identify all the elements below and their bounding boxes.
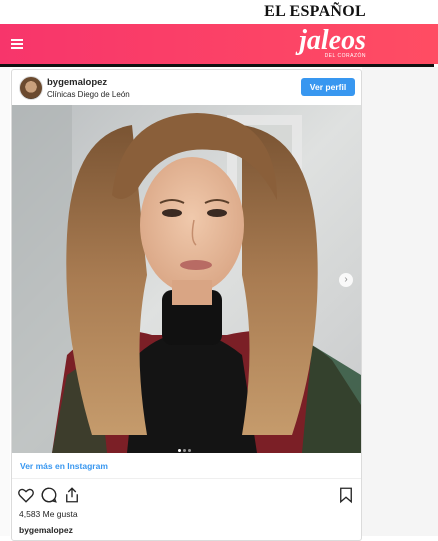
chevron-right-icon[interactable]: › [339,273,353,287]
comment-icon[interactable] [40,486,58,504]
post-location[interactable]: Clínicas Diego de León [47,90,130,99]
carousel-dot [183,449,186,452]
post-username[interactable]: bygemalopez [47,77,107,88]
el-espanol-logo[interactable]: EL ESPAÑOL [264,3,366,21]
carousel-dot [188,449,191,452]
hamburger-icon[interactable] [11,39,23,49]
view-profile-button[interactable]: Ver perfil [301,78,355,96]
share-icon[interactable] [63,486,81,504]
carousel-indicator [177,439,192,452]
top-bar: EL ESPAÑOL [0,0,438,24]
instagram-embed: bygemalopez Clínicas Diego de León Ver p… [11,69,362,541]
page-sidebar [362,67,438,536]
avatar[interactable] [19,76,43,100]
bookmark-icon[interactable] [337,486,355,504]
portrait-image [12,105,361,453]
view-on-instagram-link[interactable]: Ver más en Instagram [20,461,108,471]
post-photo[interactable]: › [12,105,361,453]
jaleos-logo[interactable]: jaleos DEL CORAZÓN [299,25,366,60]
site-header: jaleos DEL CORAZÓN [0,24,438,64]
caption-username[interactable]: bygemalopez [19,525,73,535]
like-count[interactable]: 4,583 Me gusta [19,509,78,519]
brand-name: jaleos [299,25,366,56]
post-actions [17,486,357,504]
heart-icon[interactable] [17,486,35,504]
post-header: bygemalopez Clínicas Diego de León Ver p… [12,70,361,105]
page-margin-left [0,67,10,536]
carousel-dot [178,449,181,452]
divider [12,478,361,479]
